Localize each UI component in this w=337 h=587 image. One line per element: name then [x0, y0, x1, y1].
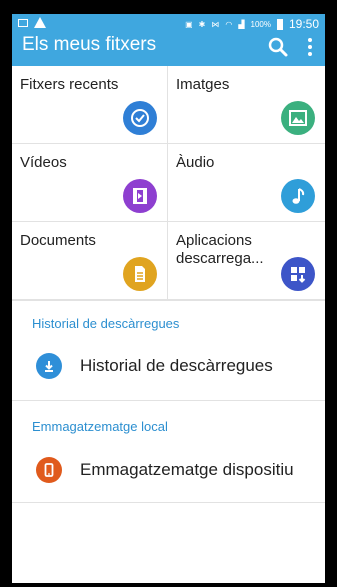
nfc-icon: ▣	[185, 19, 193, 29]
warning-notification-icon	[34, 17, 46, 28]
phone-icon	[36, 457, 62, 483]
tile-documents[interactable]: Documents	[12, 222, 168, 300]
music-note-icon	[281, 179, 315, 213]
tile-label: Fitxers recents	[20, 76, 119, 93]
film-icon	[123, 179, 157, 213]
signal-icon: ▟	[238, 19, 245, 29]
tile-videos[interactable]: Vídeos	[12, 144, 168, 222]
battery-percent: 100%	[250, 19, 271, 29]
overflow-menu-button[interactable]	[301, 36, 319, 58]
download-history-item[interactable]: Historial de descàrregues	[12, 344, 325, 388]
clock-time: 19:50	[288, 17, 319, 31]
tile-audio[interactable]: Àudio	[168, 144, 325, 222]
mute-icon: ⋈	[211, 19, 220, 29]
tile-label: Documents	[20, 232, 96, 249]
app-title: Els meus fitxers	[22, 34, 157, 55]
tile-label: Vídeos	[20, 154, 67, 171]
document-icon	[123, 257, 157, 291]
tile-label: Imatges	[176, 76, 230, 93]
app-bar: ▣ ✱ ⋈ ◠ ▟ 100% 19:50 Els meus fitxers	[12, 14, 325, 66]
image-icon	[281, 101, 315, 135]
divider	[12, 400, 325, 401]
download-history-label: Historial de descàrregues	[80, 356, 273, 375]
wifi-icon: ◠	[225, 19, 233, 29]
screenshot-notification-icon	[18, 18, 28, 27]
tile-downloaded-apps[interactable]: Aplicacions descarrega...	[168, 222, 325, 300]
divider	[12, 300, 325, 301]
search-icon	[268, 37, 288, 57]
tile-recent-files[interactable]: Fitxers recents	[12, 66, 168, 144]
section-heading-downloads: Historial de descàrregues	[32, 316, 180, 331]
search-button[interactable]	[267, 36, 289, 58]
status-bar: ▣ ✱ ⋈ ◠ ▟ 100% 19:50	[12, 14, 325, 34]
section-heading-local-storage: Emmagatzematge local	[32, 419, 168, 434]
category-grid: Fitxers recents Imatges Vídeos Àudio Doc…	[12, 66, 325, 300]
download-icon	[36, 353, 62, 379]
clock-icon	[123, 101, 157, 135]
device-storage-item[interactable]: Emmagatzematge dispositiu	[12, 448, 325, 492]
app-download-icon	[281, 257, 315, 291]
phone-screen: ▣ ✱ ⋈ ◠ ▟ 100% 19:50 Els meus fitxers Fi…	[12, 14, 325, 583]
bluetooth-icon: ✱	[198, 19, 206, 29]
tile-label: Aplicacions descarrega...	[176, 232, 264, 267]
battery-icon	[276, 18, 283, 30]
device-storage-label: Emmagatzematge dispositiu	[80, 460, 294, 479]
divider	[12, 502, 325, 503]
tile-label: Àudio	[176, 154, 215, 171]
tile-images[interactable]: Imatges	[168, 66, 325, 144]
